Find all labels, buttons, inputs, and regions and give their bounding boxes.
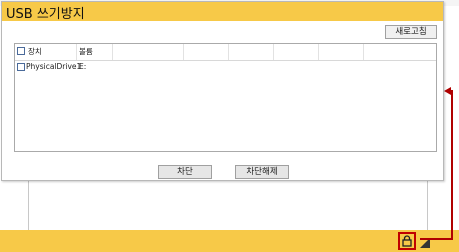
- callout-arrow-line: [451, 90, 453, 239]
- column-divider: [318, 44, 319, 60]
- refresh-button[interactable]: 새로고침: [385, 25, 437, 39]
- list-header: 장치 볼륨: [15, 44, 436, 61]
- callout-arrow-line: [420, 238, 453, 240]
- column-divider: [228, 44, 229, 60]
- column-divider: [363, 44, 364, 60]
- column-divider: [112, 44, 113, 60]
- block-button[interactable]: 차단: [158, 165, 212, 179]
- tray-lock-button[interactable]: [398, 232, 416, 250]
- unblock-button[interactable]: 차단해제: [235, 165, 289, 179]
- select-all-checkbox[interactable]: [17, 47, 25, 55]
- background-right-border: [427, 180, 428, 230]
- dialog-titlebar[interactable]: USB 쓰기방지: [2, 2, 443, 22]
- lock-icon: [402, 235, 412, 247]
- column-divider: [183, 44, 184, 60]
- cell-volume: E:: [79, 62, 87, 71]
- taskbar: [0, 230, 459, 252]
- column-divider: [273, 44, 274, 60]
- table-row[interactable]: PhysicalDrive1 E:: [15, 61, 436, 73]
- column-header-volume[interactable]: 볼륨: [79, 46, 93, 57]
- row-checkbox[interactable]: [17, 63, 25, 71]
- device-list[interactable]: 장치 볼륨 PhysicalDrive1 E:: [14, 43, 437, 152]
- callout-arrow-head: [444, 87, 451, 95]
- cell-device: PhysicalDrive1: [26, 62, 82, 71]
- column-divider: [76, 44, 77, 60]
- dialog-title: USB 쓰기방지: [6, 7, 85, 22]
- background-left-border: [28, 180, 29, 230]
- usb-write-protect-dialog: USB 쓰기방지 새로고침 장치 볼륨 PhysicalDrive1 E: 차단…: [1, 1, 444, 181]
- column-header-device[interactable]: 장치: [28, 46, 42, 57]
